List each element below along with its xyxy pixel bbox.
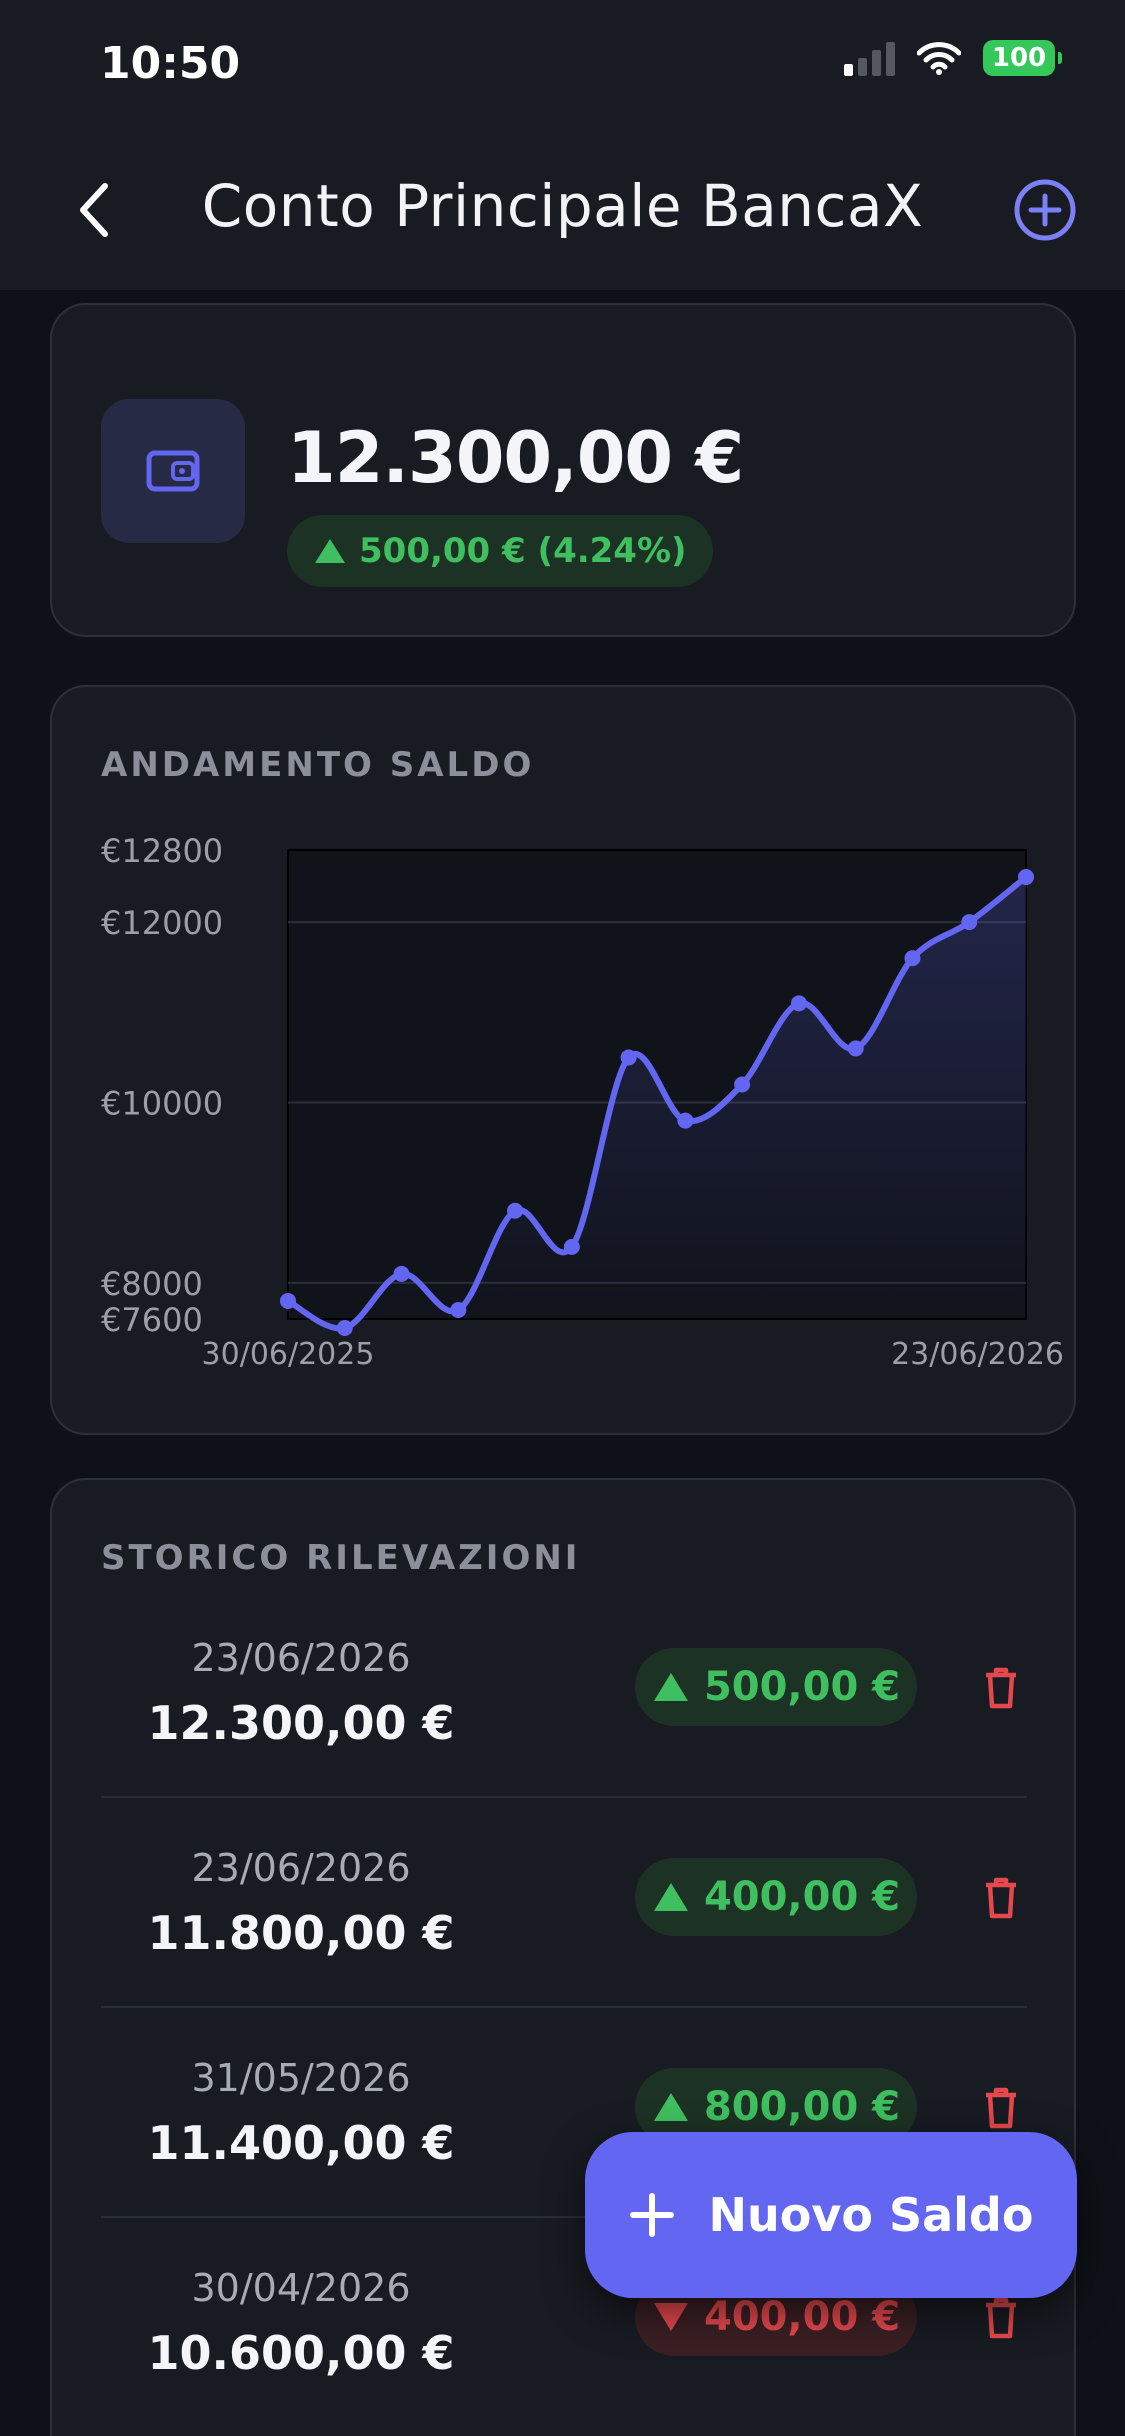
balance-card: 12.300,00 € 500,00 € (4.24%) — [50, 303, 1076, 637]
y-tick-label: €12000 — [101, 904, 223, 942]
data-point — [336, 1320, 353, 1337]
x-tick-label: 23/06/2026 — [891, 1337, 1064, 1372]
y-tick-label: €7600 — [101, 1301, 203, 1339]
y-tick-label: €12800 — [101, 832, 223, 870]
delete-button[interactable] — [973, 1660, 1029, 1716]
history-row: 23/06/2026 11.800,00 € 400,00 € — [101, 1798, 1027, 2008]
delete-button[interactable] — [973, 2290, 1029, 2346]
row-amount: 10.600,00 € — [147, 2326, 455, 2380]
trash-icon — [986, 1877, 1016, 1919]
row-amount: 11.800,00 € — [147, 1906, 455, 1960]
balance-amount: 12.300,00 € — [287, 417, 744, 499]
status-time: 10:50 — [100, 38, 241, 89]
status-bar: 10:50 100 — [0, 0, 1125, 130]
data-point — [790, 995, 807, 1012]
delete-button[interactable] — [973, 1870, 1029, 1926]
row-change-text: 400,00 € — [703, 1874, 901, 1920]
triangle-down-icon — [653, 2303, 688, 2331]
nav-header: Conto Principale BancaX — [0, 130, 1125, 290]
page-title: Conto Principale BancaX — [201, 172, 924, 240]
plus-circle-icon — [1014, 179, 1076, 241]
row-amount: 11.400,00 € — [147, 2116, 455, 2170]
data-point — [734, 1076, 751, 1093]
y-tick-label: €10000 — [101, 1085, 223, 1123]
data-point — [563, 1238, 580, 1255]
data-point — [961, 914, 978, 931]
wallet-icon-box — [101, 399, 245, 543]
trash-icon — [986, 1667, 1016, 1709]
trash-icon — [986, 2087, 1016, 2129]
history-row: 23/06/2026 12.300,00 € 500,00 € — [101, 1588, 1027, 1798]
row-change-text: 800,00 € — [703, 2084, 901, 2130]
data-point — [677, 1112, 694, 1129]
data-point — [393, 1265, 410, 1282]
row-date: 23/06/2026 — [191, 1636, 411, 1680]
triangle-up-icon — [653, 2093, 688, 2121]
history-section-title: STORICO RILEVAZIONI — [101, 1538, 581, 1578]
triangle-up-icon — [653, 1673, 688, 1701]
balance-change-text: 500,00 € (4.24%) — [359, 531, 687, 571]
row-amount: 12.300,00 € — [147, 1696, 455, 1750]
y-tick-label: €8000 — [101, 1265, 203, 1303]
trash-icon — [986, 2297, 1016, 2339]
row-change-badge: 400,00 € — [635, 1858, 917, 1936]
triangle-up-icon — [653, 1883, 688, 1911]
new-balance-button[interactable]: Nuovo Saldo — [585, 2132, 1077, 2298]
status-icons: 100 — [844, 40, 1062, 76]
data-point — [450, 1301, 467, 1318]
delete-button[interactable] — [973, 2080, 1029, 2136]
data-point — [507, 1202, 524, 1219]
plus-icon — [629, 2193, 674, 2237]
x-tick-label: 30/06/2025 — [202, 1337, 375, 1372]
battery-icon: 100 — [983, 40, 1062, 76]
data-point — [847, 1040, 864, 1057]
balance-line-chart: €12800 €12000 €10000 €8000€760030/06/2025 23… — [101, 832, 1064, 1372]
row-date: 23/06/2026 — [191, 1846, 411, 1890]
cellular-signal-icon — [844, 40, 895, 76]
row-change-badge: 500,00 € — [635, 1648, 917, 1726]
wallet-icon — [146, 450, 200, 492]
row-change-text: 400,00 € — [703, 2294, 901, 2340]
data-point — [1018, 869, 1034, 886]
triangle-up-icon — [315, 539, 345, 563]
wifi-icon — [917, 42, 961, 75]
data-point — [904, 950, 921, 967]
row-date: 31/05/2026 — [191, 2056, 411, 2100]
balance-chart-card: ANDAMENTO SALDO €12800 €12000 €10000 €8000 €… — [50, 685, 1076, 1435]
data-point — [620, 1049, 637, 1066]
add-button[interactable] — [1005, 170, 1085, 250]
new-balance-label: Nuovo Saldo — [708, 2188, 1034, 2242]
row-change-text: 500,00 € — [703, 1664, 901, 1710]
row-date: 30/04/2026 — [191, 2266, 411, 2310]
balance-change-badge: 500,00 € (4.24%) — [287, 515, 713, 587]
data-point — [280, 1292, 296, 1309]
